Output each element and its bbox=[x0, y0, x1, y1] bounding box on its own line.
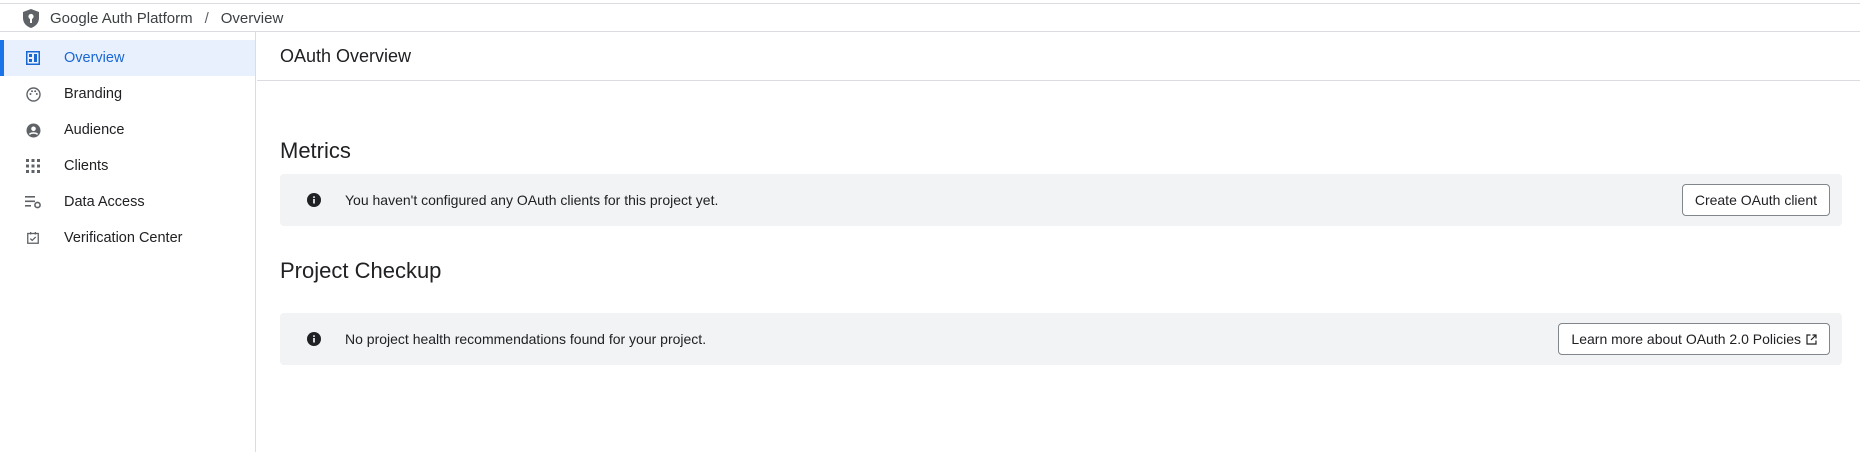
create-oauth-client-label: Create OAuth client bbox=[1694, 192, 1817, 208]
dashboard-icon bbox=[24, 49, 42, 67]
sidebar-item-audience[interactable]: Audience bbox=[0, 112, 255, 148]
open-in-new-icon bbox=[1806, 333, 1817, 345]
palette-icon bbox=[24, 85, 42, 103]
metrics-message: You haven't configured any OAuth clients… bbox=[345, 192, 719, 208]
account-circle-icon bbox=[24, 121, 42, 139]
checkbox-icon bbox=[24, 229, 42, 247]
sidebar-item-overview[interactable]: Overview bbox=[0, 40, 255, 76]
metrics-heading: Metrics bbox=[280, 138, 351, 163]
apps-grid-icon bbox=[24, 157, 42, 175]
create-oauth-client-button[interactable]: Create OAuth client bbox=[1681, 184, 1830, 216]
sidebar-item-label: Audience bbox=[64, 122, 125, 138]
info-icon bbox=[307, 192, 323, 208]
breadcrumb-separator: / bbox=[204, 9, 209, 27]
sidebar-item-label: Data Access bbox=[64, 194, 145, 210]
main-content: OAuth Overview Metrics You haven't confi… bbox=[257, 32, 1860, 452]
top-divider bbox=[0, 0, 1860, 4]
sidebar-item-label: Clients bbox=[64, 158, 109, 174]
breadcrumb-current: Overview bbox=[220, 9, 284, 27]
metrics-info-banner: You haven't configured any OAuth clients… bbox=[280, 174, 1842, 226]
breadcrumb: Google Auth Platform / Overview bbox=[0, 5, 1860, 32]
sidebar-item-data-access[interactable]: Data Access bbox=[0, 184, 255, 220]
sidebar-item-label: Verification Center bbox=[64, 230, 183, 246]
learn-more-oauth-policies-button[interactable]: Learn more about OAuth 2.0 Policies bbox=[1558, 323, 1830, 355]
sidebar-item-verification-center[interactable]: Verification Center bbox=[0, 220, 255, 256]
learn-more-label: Learn more about OAuth 2.0 Policies bbox=[1571, 331, 1801, 347]
page-title: OAuth Overview bbox=[257, 32, 1860, 81]
info-icon bbox=[307, 331, 323, 347]
sidebar-nav: Overview Branding Audience Clients Data … bbox=[0, 32, 256, 452]
checkup-message: No project health recommendations found … bbox=[345, 331, 707, 347]
auth-platform-shield-icon bbox=[22, 7, 41, 29]
sidebar-item-clients[interactable]: Clients bbox=[0, 148, 255, 184]
checkup-info-banner: No project health recommendations found … bbox=[280, 313, 1842, 365]
sidebar-item-label: Branding bbox=[64, 86, 123, 102]
sidebar-item-branding[interactable]: Branding bbox=[0, 76, 255, 112]
breadcrumb-platform-link[interactable]: Google Auth Platform bbox=[50, 10, 193, 27]
data-settings-icon bbox=[24, 193, 42, 211]
project-checkup-heading: Project Checkup bbox=[280, 258, 442, 283]
sidebar-item-label: Overview bbox=[64, 50, 125, 66]
